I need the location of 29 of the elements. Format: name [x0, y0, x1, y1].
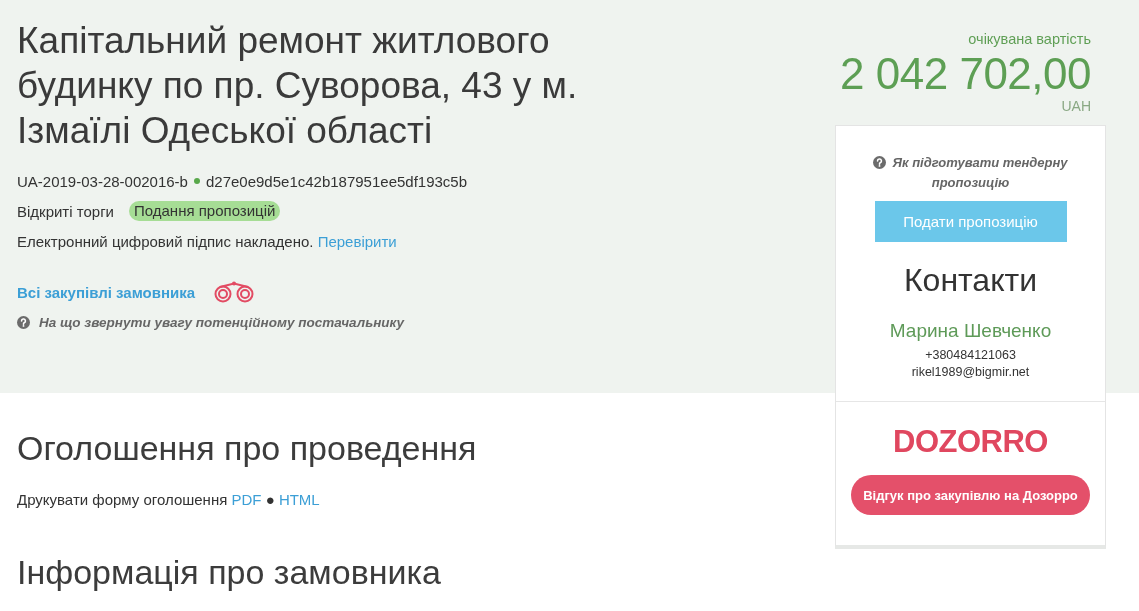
price-label: очікувана вартість	[968, 30, 1091, 49]
contact-name: Марина Шевченко	[889, 320, 1052, 341]
dot-icon	[193, 178, 200, 184]
tender-id: UA-2019-03-28-002016-b	[17, 172, 188, 190]
section-heading: Оголошення про проведення	[17, 428, 477, 468]
supplier-hint-link[interactable]: На що звернути увагу потенційному постачальнику	[39, 314, 405, 330]
bid-guide-link[interactable]: Як підготувати тендерну пропозицію	[863, 153, 1078, 193]
tender-title: Капітальний ремонт житлового будинку по пр. Суворова, 43 у м. Ізмаїлі Одеської області	[17, 19, 579, 153]
buyer-tenders-link[interactable]: Всі закупівлі замовника	[17, 283, 196, 301]
verify-link[interactable]: Перевірити	[317, 232, 397, 250]
status-badge: Подання пропозицій	[129, 201, 281, 221]
binoculars-icon	[214, 281, 255, 303]
print-format-link[interactable]: HTML	[278, 491, 320, 508]
contact-phone: +380484121063	[925, 348, 1016, 362]
feedback-button[interactable]: Відгук про закупівлю на Дозорро	[851, 475, 1090, 515]
contact-email: rikel1989@bigmir.net	[911, 365, 1030, 379]
signature-text: Електронний цифровий підпис накладено. Перевірити	[17, 232, 397, 250]
submit-bid-button[interactable]: Подати пропозицію	[874, 201, 1067, 242]
section-heading: Інформація про замовника	[17, 552, 441, 592]
logo: DOZORRO	[893, 424, 1048, 459]
contacts-heading: Контакти	[903, 261, 1038, 300]
print-format-link[interactable]: PDF	[231, 491, 262, 508]
help-icon	[17, 315, 30, 329]
help-icon	[873, 156, 887, 169]
procedure-type: Відкриті торги	[17, 202, 114, 220]
price-amount: 2 042 702,00	[840, 50, 1091, 98]
print-form-text: Друкувати форму оголошення PDF ● HTML	[17, 490, 320, 510]
currency-label: UAH	[1061, 98, 1091, 114]
tender-hash: d27e0e9d5e1c42b187951ee5df193c5b	[205, 172, 468, 190]
